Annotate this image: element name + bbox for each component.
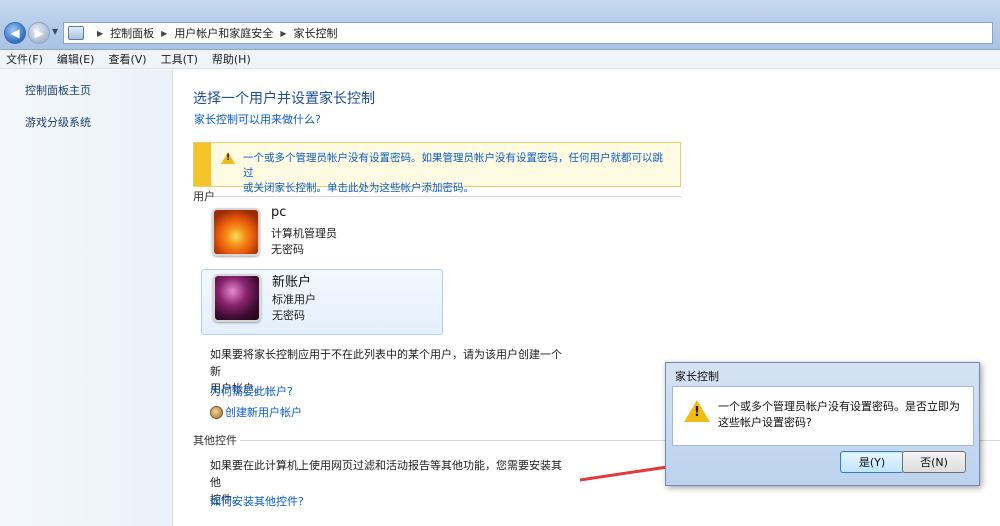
explorer-header: ◀ ▶ ▼ ▶ 控制面板 ▶ 用户帐户和家庭安全 ▶ 家长控制: [0, 0, 1000, 50]
other-controls-label: 其他控件: [193, 434, 237, 447]
menu-view[interactable]: 查看(V): [108, 51, 146, 67]
avatar: [213, 274, 261, 322]
user-password-status: 无密码: [272, 309, 305, 322]
warning-icon: [221, 152, 235, 164]
menu-edit[interactable]: 编辑(E): [57, 51, 95, 67]
control-panel-icon: [68, 26, 84, 40]
warning-icon: [684, 400, 710, 422]
history-dropdown-icon[interactable]: ▼: [52, 27, 58, 36]
chevron-right-icon[interactable]: ▶: [161, 29, 167, 38]
back-arrow-icon[interactable]: ◀: [4, 22, 26, 44]
breadcrumb-user-accounts[interactable]: 用户帐户和家庭安全: [174, 25, 273, 41]
confirm-dialog: 家长控制 一个或多个管理员帐户没有设置密码。是否立即为这些帐户设置密码? 是(Y…: [665, 362, 980, 486]
user-role: 计算机管理员: [271, 227, 337, 240]
dialog-message: 一个或多个管理员帐户没有设置密码。是否立即为这些帐户设置密码?: [718, 400, 960, 429]
create-info-line-1: 如果要将家长控制应用于不在此列表中的某个用户，请为该用户创建一个新: [210, 348, 562, 378]
menu-bar: 文件(F) 编辑(E) 查看(V) 工具(T) 帮助(H): [0, 50, 1000, 69]
warning-stripe: [194, 143, 211, 186]
sidebar-item-control-panel-home[interactable]: 控制面板主页: [25, 82, 91, 98]
user-password-status: 无密码: [271, 243, 304, 256]
page-title: 选择一个用户并设置家长控制: [193, 91, 375, 107]
warning-text[interactable]: 一个或多个管理员帐户没有设置密码。如果管理员帐户没有设置密码，任何用户就都可以跳…: [243, 151, 673, 196]
address-bar[interactable]: ▶ 控制面板 ▶ 用户帐户和家庭安全 ▶ 家长控制: [63, 22, 993, 44]
why-account-link[interactable]: 为何需要此帐户?: [210, 383, 293, 399]
people-icon: [210, 405, 223, 419]
create-account-link-row[interactable]: 创建新用户帐户: [210, 404, 302, 420]
warning-line-2[interactable]: 或关闭家长控制。单击此处为这些帐户添加密码。: [243, 181, 673, 196]
forward-arrow-icon[interactable]: ▶: [28, 22, 50, 44]
user-role: 标准用户: [272, 293, 316, 306]
help-link[interactable]: 家长控制可以用来做什么?: [194, 111, 321, 127]
user-name: pc: [271, 205, 287, 220]
warning-banner[interactable]: 一个或多个管理员帐户没有设置密码。如果管理员帐户没有设置密码，任何用户就都可以跳…: [193, 142, 681, 194]
chevron-right-icon[interactable]: ▶: [280, 29, 286, 38]
breadcrumb-control-panel[interactable]: 控制面板: [110, 25, 154, 41]
user-name: 新账户: [272, 275, 312, 290]
menu-file[interactable]: 文件(F): [6, 51, 43, 67]
user-card-new-account[interactable]: 新账户 标准用户 无密码: [201, 269, 443, 335]
install-controls-link[interactable]: 如何安装其他控件?: [210, 493, 304, 509]
avatar: [212, 208, 260, 256]
dialog-body: 一个或多个管理员帐户没有设置密码。是否立即为这些帐户设置密码?: [672, 386, 974, 446]
no-button[interactable]: 否(N): [902, 451, 966, 473]
sidebar-item-game-ratings[interactable]: 游戏分级系统: [25, 114, 91, 130]
chevron-right-icon[interactable]: ▶: [97, 29, 103, 38]
menu-tools[interactable]: 工具(T): [161, 51, 198, 67]
user-card-pc[interactable]: pc 计算机管理员 无密码: [201, 204, 443, 270]
users-divider: [214, 196, 681, 197]
warning-line-1[interactable]: 一个或多个管理员帐户没有设置密码。如果管理员帐户没有设置密码，任何用户就都可以跳…: [243, 151, 673, 181]
create-account-link[interactable]: 创建新用户帐户: [225, 404, 302, 420]
yes-button[interactable]: 是(Y): [840, 451, 904, 473]
breadcrumb-parental-controls[interactable]: 家长控制: [293, 25, 337, 41]
menu-help[interactable]: 帮助(H): [212, 51, 251, 67]
other-info-line-1: 如果要在此计算机上使用网页过滤和活动报告等其他功能，您需要安装其他: [210, 459, 562, 489]
sidebar: 控制面板主页 游戏分级系统: [0, 70, 173, 526]
users-section-label: 用户: [193, 190, 215, 203]
dialog-title: 家长控制: [675, 370, 719, 383]
